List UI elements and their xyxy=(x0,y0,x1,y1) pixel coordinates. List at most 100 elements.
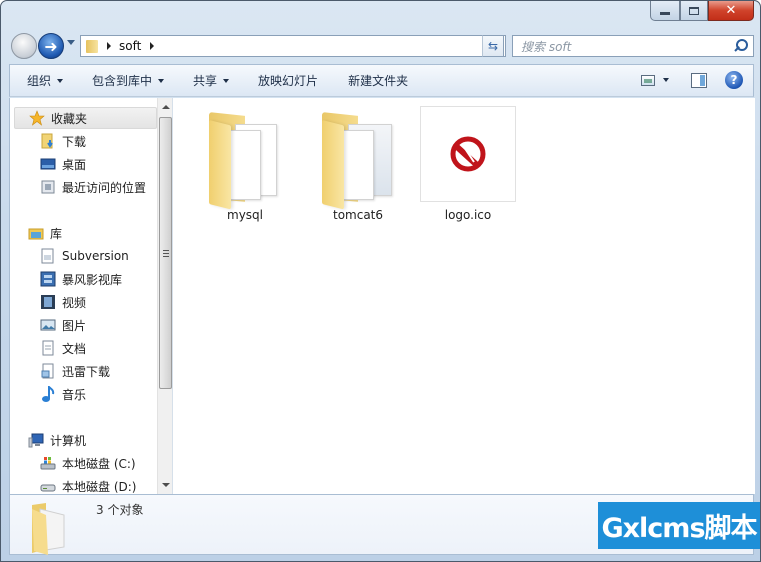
share-button[interactable]: 共享 xyxy=(193,65,230,96)
file-item-mysql[interactable]: mysql xyxy=(197,106,293,222)
nav-item-subversion[interactable]: Subversion xyxy=(40,245,129,267)
share-label: 共享 xyxy=(193,74,218,88)
nav-item-label: Subversion xyxy=(62,249,129,263)
library-document-icon xyxy=(40,248,56,264)
file-item-tomcat6[interactable]: tomcat6 xyxy=(310,106,406,222)
nav-item-label: 暴风影视库 xyxy=(62,272,123,287)
nav-item-downloads[interactable]: 下载 xyxy=(40,130,86,152)
search-placeholder: 搜索 soft xyxy=(521,39,572,54)
change-view-icon[interactable] xyxy=(641,74,655,86)
file-item-logo-ico[interactable]: logo.ico xyxy=(420,106,516,222)
arrow-right-icon: ➜ xyxy=(44,36,58,56)
nav-item-label: 下载 xyxy=(62,134,87,149)
scroll-thumb[interactable] xyxy=(159,117,172,389)
nav-item-label: 本地磁盘 (D:) xyxy=(62,479,137,494)
nav-item-label: 文档 xyxy=(62,341,87,356)
nav-item-label: 桌面 xyxy=(62,157,87,172)
nav-item-label: 视频 xyxy=(62,295,87,310)
command-bar: 组织 包含到库中 共享 放映幻灯片 新建文件夹 ? xyxy=(9,64,754,97)
include-in-library-button[interactable]: 包含到库中 xyxy=(92,65,165,96)
nav-item-documents[interactable]: 文档 xyxy=(40,337,86,359)
documents-icon xyxy=(40,340,56,356)
nav-item-label: 音乐 xyxy=(62,387,87,402)
computer-icon xyxy=(28,432,44,448)
view-options-dropdown[interactable] xyxy=(663,78,669,82)
new-folder-label: 新建文件夹 xyxy=(348,74,409,88)
libraries-icon xyxy=(28,225,44,241)
refresh-button[interactable]: ⇆ xyxy=(482,35,504,57)
nav-item-recent-places[interactable]: 最近访问的位置 xyxy=(40,176,146,198)
folder-icon xyxy=(310,106,406,210)
nav-computer[interactable]: 计算机 xyxy=(14,429,157,451)
close-icon: ✕ xyxy=(725,3,737,18)
scroll-down-arrow-icon[interactable] xyxy=(162,483,170,487)
minimize-icon xyxy=(660,12,670,15)
folder-icon xyxy=(30,501,80,555)
scroll-up-arrow-icon[interactable] xyxy=(162,105,170,109)
breadcrumb-separator-icon[interactable] xyxy=(150,42,155,50)
recent-pages-dropdown[interactable] xyxy=(67,40,75,45)
chevron-down-icon xyxy=(57,78,64,83)
thunder-download-icon xyxy=(40,363,56,379)
navigation-bar: ➜ soft ⇆ 搜索 soft xyxy=(9,32,754,60)
refresh-icon: ⇆ xyxy=(487,39,499,53)
folder-icon xyxy=(86,39,98,53)
caption-buttons: ✕ xyxy=(650,1,754,21)
address-bar[interactable]: soft xyxy=(80,35,506,57)
nav-item-label: 迅雷下载 xyxy=(62,364,111,379)
nav-computer-label: 计算机 xyxy=(50,433,87,448)
help-icon[interactable]: ? xyxy=(725,71,743,89)
nav-item-label: 图片 xyxy=(62,318,87,333)
nav-libraries[interactable]: 库 xyxy=(14,222,157,244)
include-in-library-label: 包含到库中 xyxy=(92,74,153,88)
navigation-pane: 收藏夹 下载 桌面 最近访问的位置 库 Subversion 暴风影视库 视频 … xyxy=(10,98,173,494)
nav-item-label: 本地磁盘 (C:) xyxy=(62,456,136,471)
recent-places-icon xyxy=(40,179,56,195)
file-name: mysql xyxy=(227,208,263,222)
preview-pane-icon[interactable] xyxy=(691,72,707,88)
nav-item-music[interactable]: 音乐 xyxy=(40,383,86,405)
search-input[interactable]: 搜索 soft xyxy=(512,35,754,57)
nav-item-videos[interactable]: 视频 xyxy=(40,291,86,313)
nav-item-pictures[interactable]: 图片 xyxy=(40,314,86,336)
nav-item-drive-d[interactable]: 本地磁盘 (D:) xyxy=(40,475,136,494)
organize-label: 组织 xyxy=(27,74,52,88)
organize-button[interactable]: 组织 xyxy=(27,65,64,96)
grip-icon xyxy=(163,250,169,257)
pictures-icon xyxy=(40,317,56,333)
close-button[interactable]: ✕ xyxy=(708,1,754,21)
explorer-window: ✕ ➜ soft ⇆ 搜索 soft 组织 包含到库中 共享 放映幻灯片 新建文… xyxy=(0,0,761,562)
search-icon[interactable] xyxy=(734,39,748,53)
nav-item-thunder-download[interactable]: 迅雷下载 xyxy=(40,360,110,382)
downloads-icon xyxy=(40,133,56,149)
back-button[interactable] xyxy=(11,33,37,59)
nav-favorites[interactable]: 收藏夹 xyxy=(14,107,157,129)
nav-item-drive-c[interactable]: 本地磁盘 (C:) xyxy=(40,452,136,474)
videos-icon xyxy=(40,294,56,310)
star-icon xyxy=(29,110,45,126)
item-count: 3 个对象 xyxy=(96,503,144,517)
chevron-down-icon xyxy=(158,78,165,83)
maximize-button[interactable] xyxy=(680,1,708,21)
forward-button[interactable]: ➜ xyxy=(38,33,64,59)
nav-item-storm-video-library[interactable]: 暴风影视库 xyxy=(40,268,122,290)
slideshow-button[interactable]: 放映幻灯片 xyxy=(258,65,318,96)
nav-pane-scrollbar[interactable] xyxy=(157,98,172,494)
file-name: logo.ico xyxy=(444,208,492,222)
nav-item-label: 最近访问的位置 xyxy=(62,180,147,195)
video-library-icon xyxy=(40,271,56,287)
system-drive-icon xyxy=(40,455,56,471)
breadcrumb-separator-icon[interactable] xyxy=(107,42,111,50)
minimize-button[interactable] xyxy=(650,1,680,21)
slideshow-label: 放映幻灯片 xyxy=(258,74,319,88)
folder-icon xyxy=(197,106,293,210)
help-glyph: ? xyxy=(730,73,738,87)
file-name: tomcat6 xyxy=(332,208,384,222)
logo-icon xyxy=(450,136,486,172)
desktop-icon xyxy=(40,156,56,172)
nav-item-desktop[interactable]: 桌面 xyxy=(40,153,86,175)
breadcrumb-item-soft[interactable]: soft xyxy=(119,39,141,53)
new-folder-button[interactable]: 新建文件夹 xyxy=(348,65,408,96)
maximize-icon xyxy=(689,6,699,15)
nav-favorites-label: 收藏夹 xyxy=(51,111,88,126)
